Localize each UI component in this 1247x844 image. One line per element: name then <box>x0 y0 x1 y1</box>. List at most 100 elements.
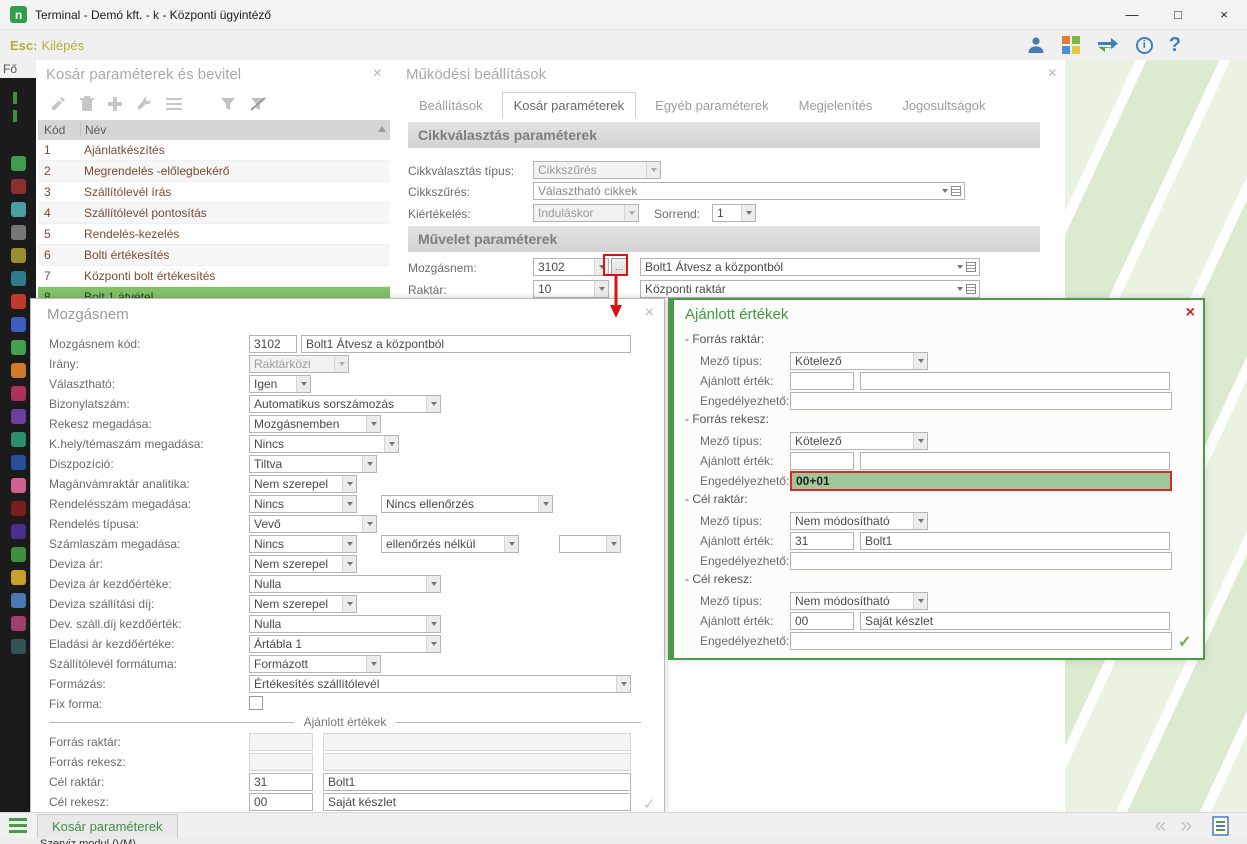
raktar-code-select[interactable]: 10 <box>533 280 609 298</box>
module-icon[interactable] <box>11 294 26 309</box>
tab-megjelenites[interactable]: Megjelenítés <box>788 93 884 118</box>
modules-grid-icon[interactable] <box>1062 36 1080 54</box>
tab-jogosultsagok[interactable]: Jogosultságok <box>891 93 996 118</box>
deviza-szall-dij-select[interactable]: Nem szerepel <box>249 595 357 613</box>
mezo-tipus-select[interactable]: Nem módosítható <box>790 592 928 610</box>
engedelyezheto-input[interactable] <box>790 392 1172 410</box>
fix-forma-checkbox[interactable] <box>249 696 263 710</box>
module-icon[interactable] <box>11 317 26 332</box>
dialog-close-icon[interactable]: × <box>645 304 654 322</box>
module-icon[interactable] <box>11 340 26 355</box>
szallitolevel-formatum-select[interactable]: Formázott <box>249 655 381 673</box>
module-icon[interactable] <box>11 271 26 286</box>
szamlaszam-extra-select[interactable] <box>559 535 621 553</box>
valaszthato-select[interactable]: Igen <box>249 375 311 393</box>
bottom-tab-kosar-parameterek[interactable]: Kosár paraméterek <box>37 814 178 838</box>
kiertekeles-select[interactable]: Induláskor <box>533 204 639 222</box>
cel-raktar-nev-input[interactable]: Bolt1 <box>323 773 631 791</box>
ajanlott-ertek-nev-input[interactable]: Saját készlet <box>860 612 1170 630</box>
module-icon[interactable] <box>11 363 26 378</box>
maximize-button[interactable]: □ <box>1155 0 1201 29</box>
forras-rekesz-kod-input[interactable] <box>249 753 313 771</box>
rendeles-tipusa-select[interactable]: Vevő <box>249 515 377 533</box>
help-icon[interactable]: ? <box>1169 34 1181 57</box>
close-button[interactable]: × <box>1201 0 1247 29</box>
khely-temaszam-select[interactable]: Nincs <box>249 435 399 453</box>
cel-rekesz-nev-input[interactable]: Saját készlet <box>323 793 631 811</box>
module-icon[interactable] <box>11 547 26 562</box>
tab-beallitasok[interactable]: Beállítások <box>408 93 494 118</box>
module-icon[interactable] <box>11 501 26 516</box>
module-icon[interactable] <box>11 225 26 240</box>
menu-icon[interactable] <box>166 98 182 110</box>
module-icon[interactable] <box>11 179 26 194</box>
rendelesszam-select[interactable]: Nincs <box>249 495 357 513</box>
module-icon[interactable] <box>11 156 26 171</box>
nav-previous-icon[interactable]: « <box>1155 814 1167 838</box>
forras-raktar-kod-input[interactable] <box>249 733 313 751</box>
menu-icon[interactable] <box>9 818 27 833</box>
engedelyezheto-input-highlighted[interactable]: 00+01 <box>790 471 1172 491</box>
table-row[interactable]: 7Központi bolt értékesítés <box>38 266 390 287</box>
table-row[interactable]: 4Szállítólevél pontosítás <box>38 203 390 224</box>
sync-arrows-icon[interactable] <box>1096 36 1120 54</box>
tools-icon[interactable] <box>136 96 152 112</box>
module-icon[interactable] <box>11 478 26 493</box>
maganvamraktar-select[interactable]: Nem szerepel <box>249 475 357 493</box>
ajanlott-ertek-nev-input[interactable]: Bolt1 <box>860 532 1170 550</box>
deviza-ar-select[interactable]: Nem szerepel <box>249 555 357 573</box>
sorrend-select[interactable]: 1 <box>712 204 756 222</box>
dev-szall-dij-kezdo-select[interactable]: Nulla <box>249 615 441 633</box>
mozgasnem-code-select[interactable]: 3102 <box>533 258 609 276</box>
cikkszures-select[interactable]: Választható cikkek <box>533 182 965 200</box>
module-icon[interactable] <box>11 432 26 447</box>
lookup-table-icon[interactable] <box>966 284 976 294</box>
tab-egyeb-parameterek[interactable]: Egyéb paraméterek <box>644 93 779 118</box>
ajanlott-ertek-kod-input[interactable] <box>790 452 854 470</box>
bizonylatszam-select[interactable]: Automatikus sorszámozás <box>249 395 441 413</box>
module-icon[interactable] <box>11 524 26 539</box>
szamlaszam-ellenorzes-select[interactable]: ellenőrzés nélkül <box>381 535 519 553</box>
tab-kosar-parameterek[interactable]: Kosár paraméterek <box>502 92 637 118</box>
module-icon[interactable] <box>11 593 26 608</box>
ajanlott-ertek-kod-input[interactable]: 00 <box>790 612 854 630</box>
table-row[interactable]: 6Bolti értékesítés <box>38 245 390 266</box>
lookup-table-icon[interactable] <box>966 262 976 272</box>
module-icon[interactable] <box>11 202 26 217</box>
edit-icon[interactable] <box>50 96 66 112</box>
rendelesszam-ellenorzes-select[interactable]: Nincs ellenőrzés <box>381 495 553 513</box>
module-icon[interactable] <box>11 570 26 585</box>
delete-icon[interactable] <box>80 96 94 112</box>
forras-rekesz-nev-input[interactable] <box>323 753 631 771</box>
confirm-check-icon[interactable]: ✓ <box>1178 632 1191 652</box>
module-icon[interactable] <box>11 248 26 263</box>
mozgasnem-name-select[interactable]: Bolt1 Átvesz a központból <box>640 258 980 276</box>
ajanlott-ertek-nev-input[interactable] <box>860 452 1170 470</box>
basket-panel-close-icon[interactable]: × <box>373 66 382 82</box>
table-row[interactable]: 3Szállítólevél írás <box>38 182 390 203</box>
szamlaszam-select[interactable]: Nincs <box>249 535 357 553</box>
forras-raktar-nev-input[interactable] <box>323 733 631 751</box>
mezo-tipus-select[interactable]: Kötelező <box>790 352 928 370</box>
eladasi-ar-kezdo-select[interactable]: Ártábla 1 <box>249 635 441 653</box>
confirm-check-icon[interactable]: ✓ <box>643 795 656 813</box>
table-row[interactable]: 2Megrendelés -előlegbekérő <box>38 161 390 182</box>
settings-panel-close-icon[interactable]: × <box>1048 66 1057 82</box>
cikkvalasztas-tipus-select[interactable]: Cikkszűrés <box>533 161 661 179</box>
column-header-name[interactable]: Név <box>80 123 390 137</box>
module-icon[interactable] <box>11 455 26 470</box>
table-row[interactable]: 1Ajánlatkészítés <box>38 140 390 161</box>
cel-raktar-kod-input[interactable]: 31 <box>249 773 313 791</box>
engedelyezheto-input[interactable] <box>790 632 1172 650</box>
engedelyezheto-input[interactable] <box>790 552 1172 570</box>
ajanlott-ertek-nev-input[interactable] <box>860 372 1170 390</box>
rekesz-megadasa-select[interactable]: Mozgásnemben <box>249 415 381 433</box>
filter-clear-icon[interactable] <box>250 97 266 111</box>
deviza-ar-kezdo-select[interactable]: Nulla <box>249 575 441 593</box>
minimize-button[interactable]: — <box>1109 0 1155 29</box>
info-icon[interactable]: i <box>1136 37 1153 54</box>
irany-select[interactable]: Raktárközi <box>249 355 349 373</box>
mozgasnem-kod-input[interactable]: 3102 <box>249 335 297 353</box>
module-icon[interactable] <box>11 386 26 401</box>
filter-icon[interactable] <box>220 97 236 111</box>
